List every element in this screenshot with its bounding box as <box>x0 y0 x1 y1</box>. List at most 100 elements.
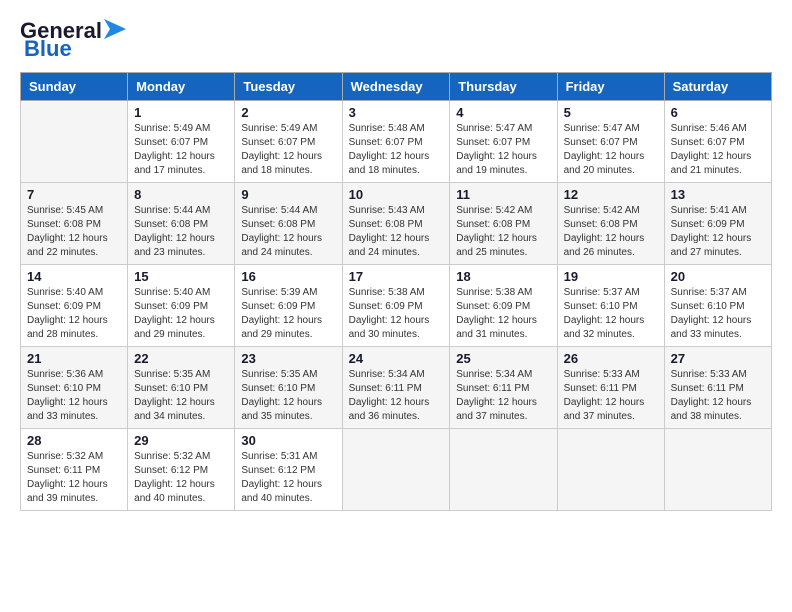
day-info: Sunrise: 5:33 AMSunset: 6:11 PMDaylight:… <box>564 368 658 424</box>
calendar-cell: 7 Sunrise: 5:45 AMSunset: 6:08 PMDaylight… <box>21 183 128 265</box>
calendar-cell: 12 Sunrise: 5:42 AMSunset: 6:08 PMDayligh… <box>557 183 664 265</box>
day-info: Sunrise: 5:38 AMSunset: 6:09 PMDaylight:… <box>456 286 550 342</box>
calendar-table: SundayMondayTuesdayWednesdayThursdayFrid… <box>20 72 772 511</box>
day-info: Sunrise: 5:37 AMSunset: 6:10 PMDaylight:… <box>564 286 658 342</box>
day-number: 1 <box>134 105 228 120</box>
day-info: Sunrise: 5:49 AMSunset: 6:07 PMDaylight:… <box>241 122 335 178</box>
day-number: 7 <box>27 187 121 202</box>
day-info: Sunrise: 5:39 AMSunset: 6:09 PMDaylight:… <box>241 286 335 342</box>
calendar-cell: 2Sunrise: 5:49 AMSunset: 6:07 PMDaylight… <box>235 101 342 183</box>
day-number: 20 <box>671 269 765 284</box>
day-number: 3 <box>349 105 444 120</box>
day-number: 19 <box>564 269 658 284</box>
calendar-cell: 22 Sunrise: 5:35 AMSunset: 6:10 PMDayligh… <box>128 347 235 429</box>
calendar-cell: 3 Sunrise: 5:48 AMSunset: 6:07 PMDaylight… <box>342 101 450 183</box>
day-number: 4 <box>456 105 550 120</box>
weekday-header-saturday: Saturday <box>664 73 771 101</box>
calendar-cell <box>664 429 771 511</box>
weekday-header-friday: Friday <box>557 73 664 101</box>
calendar-cell: 9 Sunrise: 5:44 AMSunset: 6:08 PMDaylight… <box>235 183 342 265</box>
day-number: 15 <box>134 269 228 284</box>
calendar-cell: 13 Sunrise: 5:41 AMSunset: 6:09 PMDayligh… <box>664 183 771 265</box>
day-info: Sunrise: 5:44 AMSunset: 6:08 PMDaylight:… <box>134 204 228 260</box>
calendar-cell: 15 Sunrise: 5:40 AMSunset: 6:09 PMDayligh… <box>128 265 235 347</box>
day-info: Sunrise: 5:33 AMSunset: 6:11 PMDaylight:… <box>671 368 765 424</box>
day-info: Sunrise: 5:41 AMSunset: 6:09 PMDaylight:… <box>671 204 765 260</box>
calendar-cell: 10 Sunrise: 5:43 AMSunset: 6:08 PMDayligh… <box>342 183 450 265</box>
day-info: Sunrise: 5:44 AMSunset: 6:08 PMDaylight:… <box>241 204 335 260</box>
day-number: 12 <box>564 187 658 202</box>
day-info: Sunrise: 5:48 AMSunset: 6:07 PMDaylight:… <box>349 122 444 178</box>
day-number: 28 <box>27 433 121 448</box>
calendar-week-row: 21 Sunrise: 5:36 AMSunset: 6:10 PMDayligh… <box>21 347 772 429</box>
day-info: Sunrise: 5:32 AMSunset: 6:11 PMDaylight:… <box>27 450 121 506</box>
day-info: Sunrise: 5:38 AMSunset: 6:09 PMDaylight:… <box>349 286 444 342</box>
weekday-header-thursday: Thursday <box>450 73 557 101</box>
calendar-cell: 1 Sunrise: 5:49 AMSunset: 6:07 PMDaylight… <box>128 101 235 183</box>
day-number: 18 <box>456 269 550 284</box>
calendar-cell: 29Sunrise: 5:32 AMSunset: 6:12 PMDayligh… <box>128 429 235 511</box>
day-number: 10 <box>349 187 444 202</box>
calendar-cell: 17 Sunrise: 5:38 AMSunset: 6:09 PMDayligh… <box>342 265 450 347</box>
calendar-week-row: 1 Sunrise: 5:49 AMSunset: 6:07 PMDaylight… <box>21 101 772 183</box>
calendar-cell: 25Sunrise: 5:34 AMSunset: 6:11 PMDayligh… <box>450 347 557 429</box>
weekday-header-row: SundayMondayTuesdayWednesdayThursdayFrid… <box>21 73 772 101</box>
day-info: Sunrise: 5:49 AMSunset: 6:07 PMDaylight:… <box>134 122 228 178</box>
day-info: Sunrise: 5:35 AMSunset: 6:10 PMDaylight:… <box>134 368 228 424</box>
weekday-header-wednesday: Wednesday <box>342 73 450 101</box>
calendar-cell <box>21 101 128 183</box>
day-number: 14 <box>27 269 121 284</box>
calendar-cell: 23 Sunrise: 5:35 AMSunset: 6:10 PMDayligh… <box>235 347 342 429</box>
day-info: Sunrise: 5:31 AMSunset: 6:12 PMDaylight:… <box>241 450 335 506</box>
logo: General Blue <box>20 20 126 62</box>
day-number: 13 <box>671 187 765 202</box>
day-number: 29 <box>134 433 228 448</box>
day-number: 23 <box>241 351 335 366</box>
day-number: 9 <box>241 187 335 202</box>
calendar-cell: 14 Sunrise: 5:40 AMSunset: 6:09 PMDayligh… <box>21 265 128 347</box>
calendar-cell: 21 Sunrise: 5:36 AMSunset: 6:10 PMDayligh… <box>21 347 128 429</box>
calendar-cell: 28 Sunrise: 5:32 AMSunset: 6:11 PMDayligh… <box>21 429 128 511</box>
calendar-cell: 24 Sunrise: 5:34 AMSunset: 6:11 PMDayligh… <box>342 347 450 429</box>
day-number: 26 <box>564 351 658 366</box>
day-number: 27 <box>671 351 765 366</box>
day-info: Sunrise: 5:36 AMSunset: 6:10 PMDaylight:… <box>27 368 121 424</box>
day-number: 6 <box>671 105 765 120</box>
day-info: Sunrise: 5:42 AMSunset: 6:08 PMDaylight:… <box>564 204 658 260</box>
day-info: Sunrise: 5:43 AMSunset: 6:08 PMDaylight:… <box>349 204 444 260</box>
day-number: 24 <box>349 351 444 366</box>
day-info: Sunrise: 5:40 AMSunset: 6:09 PMDaylight:… <box>27 286 121 342</box>
day-number: 16 <box>241 269 335 284</box>
calendar-cell: 20 Sunrise: 5:37 AMSunset: 6:10 PMDayligh… <box>664 265 771 347</box>
day-number: 11 <box>456 187 550 202</box>
day-info: Sunrise: 5:45 AMSunset: 6:08 PMDaylight:… <box>27 204 121 260</box>
day-number: 30 <box>241 433 335 448</box>
calendar-cell: 11Sunrise: 5:42 AMSunset: 6:08 PMDayligh… <box>450 183 557 265</box>
calendar-cell: 18 Sunrise: 5:38 AMSunset: 6:09 PMDayligh… <box>450 265 557 347</box>
calendar-cell <box>557 429 664 511</box>
calendar-week-row: 14 Sunrise: 5:40 AMSunset: 6:09 PMDayligh… <box>21 265 772 347</box>
day-number: 21 <box>27 351 121 366</box>
calendar-cell: 5 Sunrise: 5:47 AMSunset: 6:07 PMDaylight… <box>557 101 664 183</box>
calendar-cell: 8 Sunrise: 5:44 AMSunset: 6:08 PMDaylight… <box>128 183 235 265</box>
day-number: 8 <box>134 187 228 202</box>
logo-arrow-icon <box>104 19 126 39</box>
day-number: 22 <box>134 351 228 366</box>
day-info: Sunrise: 5:35 AMSunset: 6:10 PMDaylight:… <box>241 368 335 424</box>
weekday-header-monday: Monday <box>128 73 235 101</box>
weekday-header-sunday: Sunday <box>21 73 128 101</box>
calendar-cell: 16 Sunrise: 5:39 AMSunset: 6:09 PMDayligh… <box>235 265 342 347</box>
day-number: 17 <box>349 269 444 284</box>
day-info: Sunrise: 5:47 AMSunset: 6:07 PMDaylight:… <box>564 122 658 178</box>
calendar-cell: 27 Sunrise: 5:33 AMSunset: 6:11 PMDayligh… <box>664 347 771 429</box>
day-info: Sunrise: 5:37 AMSunset: 6:10 PMDaylight:… <box>671 286 765 342</box>
day-number: 25 <box>456 351 550 366</box>
page-header: General Blue <box>20 20 772 62</box>
calendar-cell: 4Sunrise: 5:47 AMSunset: 6:07 PMDaylight… <box>450 101 557 183</box>
weekday-header-tuesday: Tuesday <box>235 73 342 101</box>
day-number: 5 <box>564 105 658 120</box>
day-info: Sunrise: 5:34 AMSunset: 6:11 PMDaylight:… <box>349 368 444 424</box>
day-info: Sunrise: 5:40 AMSunset: 6:09 PMDaylight:… <box>134 286 228 342</box>
logo-blue-text: Blue <box>24 36 72 62</box>
calendar-cell: 19 Sunrise: 5:37 AMSunset: 6:10 PMDayligh… <box>557 265 664 347</box>
